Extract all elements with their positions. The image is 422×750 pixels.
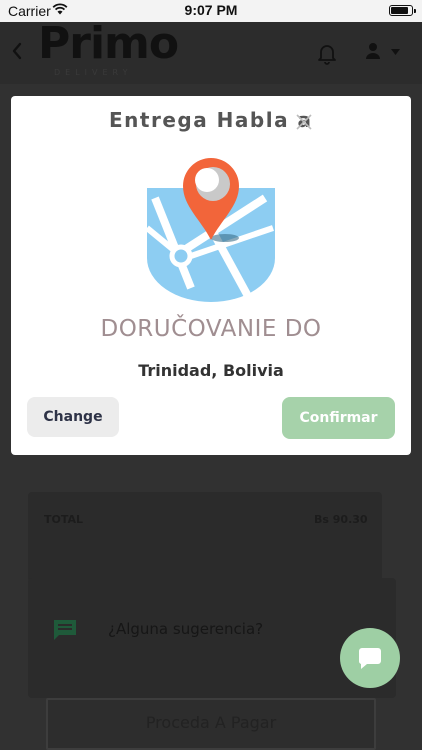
modal-title: Entrega Habla a [109, 108, 313, 132]
logo-text: Primo [38, 18, 179, 69]
confirm-button[interactable]: Confirmar [282, 397, 395, 439]
comment-icon [54, 620, 76, 640]
user-icon[interactable] [365, 42, 381, 60]
logo-subtext: DELIVERY [54, 68, 133, 77]
map-pin-icon [145, 158, 275, 302]
chat-fab-button[interactable] [340, 628, 400, 688]
delivery-location: Trinidad, Bolivia [138, 361, 284, 380]
caret-down-icon[interactable] [391, 49, 400, 55]
back-icon[interactable] [10, 40, 24, 62]
app-header: Primo DELIVERY [0, 18, 422, 84]
order-summary-card [28, 492, 382, 582]
bell-icon[interactable] [315, 41, 339, 65]
proceed-to-pay-button[interactable]: Proceda A Pagar [46, 698, 376, 750]
close-icon[interactable] [294, 112, 314, 132]
total-label: TOTAL [44, 513, 84, 526]
delivery-address-modal: Entrega Habla a DORUČOVANIE DO Trinidad,… [11, 96, 411, 455]
chat-bubble-icon [358, 648, 381, 669]
delivery-heading: DORUČOVANIE DO [100, 316, 322, 342]
change-button[interactable]: Change [27, 397, 119, 437]
battery-icon [389, 5, 416, 16]
suggestion-card[interactable] [28, 578, 396, 698]
total-value: Bs 90.30 [314, 513, 368, 526]
primo-logo: Primo DELIVERY [38, 18, 179, 80]
clock: 9:07 PM [184, 2, 238, 18]
suggestion-text[interactable]: ¿Alguna sugerencia? [108, 620, 263, 638]
battery-level [391, 7, 408, 14]
